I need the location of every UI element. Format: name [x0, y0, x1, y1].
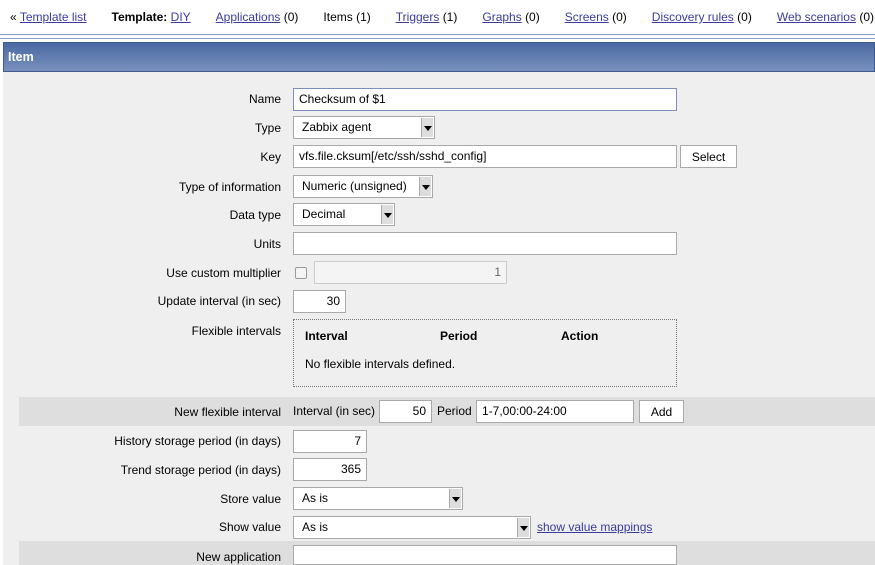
- section-header: Item: [3, 42, 875, 72]
- nav-item-applications[interactable]: Applications (0): [216, 10, 299, 24]
- nav-link[interactable]: Triggers: [396, 10, 440, 24]
- period-label: Period: [437, 404, 472, 418]
- show-value-mappings-link[interactable]: show value mappings: [537, 520, 652, 534]
- template-name-link[interactable]: DIY: [171, 10, 191, 24]
- nav-item-graphs[interactable]: Graphs (0): [482, 10, 539, 24]
- new-flexible-interval-label: New flexible interval: [174, 405, 281, 419]
- update-interval-input[interactable]: 30: [293, 290, 346, 313]
- multiplier-input[interactable]: 1: [314, 261, 507, 284]
- trends-input[interactable]: 365: [293, 458, 367, 481]
- chevron-down-icon: [381, 205, 393, 224]
- col-period: Period: [440, 329, 478, 343]
- type-select[interactable]: Zabbix agent: [293, 116, 435, 139]
- breadcrumb-nav: « Template list Template: DIY Applicatio…: [10, 10, 874, 24]
- data-type-label: Data type: [229, 208, 281, 222]
- units-label: Units: [253, 237, 281, 251]
- update-interval-label: Update interval (in sec): [157, 294, 281, 308]
- chevron-down-icon: [421, 118, 433, 137]
- select-button[interactable]: Select: [680, 145, 737, 168]
- type-of-information-select[interactable]: Numeric (unsigned): [293, 175, 433, 198]
- history-label: History storage period (in days): [114, 434, 281, 448]
- show-value-select[interactable]: As is: [293, 516, 531, 539]
- type-value: Zabbix agent: [302, 120, 372, 134]
- history-input[interactable]: 7: [293, 430, 367, 453]
- show-value-value: As is: [302, 520, 329, 534]
- nav-link[interactable]: Applications: [216, 10, 281, 24]
- nav-link[interactable]: Web scenarios: [777, 10, 856, 24]
- nav-link[interactable]: Discovery rules: [652, 10, 734, 24]
- nav-count: (1): [356, 10, 371, 24]
- trends-label: Trend storage period (in days): [120, 463, 281, 477]
- nav-item-web-scenarios[interactable]: Web scenarios (0): [777, 10, 874, 24]
- nav-count: (0): [737, 10, 752, 24]
- nav-count: (0): [859, 10, 874, 24]
- nav-item-triggers[interactable]: Triggers (1): [396, 10, 458, 24]
- store-value-select[interactable]: As is: [293, 487, 463, 510]
- nav-link[interactable]: Screens: [565, 10, 609, 24]
- new-application-input[interactable]: [293, 545, 677, 565]
- add-button[interactable]: Add: [639, 400, 684, 423]
- back-arrow: «: [10, 10, 17, 24]
- flexible-intervals-label: Flexible intervals: [191, 324, 281, 338]
- interval-label: Interval (in sec): [293, 404, 376, 418]
- chevron-down-icon: [517, 518, 529, 537]
- nav-count: (0): [525, 10, 540, 24]
- nav-count: (0): [283, 10, 299, 24]
- nav-item-screens[interactable]: Screens (0): [565, 10, 627, 24]
- type-of-information-label: Type of information: [178, 180, 281, 194]
- key-input[interactable]: vfs.file.cksum[/etc/ssh/sshd_config]: [293, 145, 677, 168]
- data-type-value: Decimal: [302, 207, 346, 221]
- nav-item-items: Items (1): [323, 10, 370, 24]
- custom-multiplier-checkbox[interactable]: [295, 267, 307, 279]
- nav-count: (1): [442, 10, 458, 24]
- col-action: Action: [561, 329, 599, 343]
- chevron-down-icon: [419, 177, 431, 196]
- name-input[interactable]: Checksum of $1: [293, 88, 677, 111]
- units-input[interactable]: [293, 232, 677, 255]
- type-label: Type: [254, 121, 281, 135]
- new-application-label: New application: [196, 550, 281, 564]
- separator: [0, 34, 875, 39]
- nav-link[interactable]: Graphs: [482, 10, 521, 24]
- template-list-link[interactable]: Template list: [20, 10, 87, 24]
- nav-link: Items: [323, 10, 353, 24]
- store-value-label: Store value: [220, 492, 281, 506]
- chevron-down-icon: [449, 489, 461, 508]
- type-of-information-value: Numeric (unsigned): [302, 179, 407, 193]
- data-type-select[interactable]: Decimal: [293, 203, 395, 226]
- flex-period-input[interactable]: 1-7,00:00-24:00: [476, 400, 634, 423]
- nav-item-discovery-rules[interactable]: Discovery rules (0): [652, 10, 752, 24]
- name-label: Name: [248, 92, 281, 106]
- template-label: Template:: [111, 10, 168, 24]
- store-value-value: As is: [302, 491, 329, 505]
- flexible-intervals-table: Interval Period Action No flexible inter…: [293, 319, 677, 387]
- key-label: Key: [260, 150, 281, 164]
- empty-message: No flexible intervals defined.: [305, 357, 456, 371]
- nav-count: (0): [612, 10, 627, 24]
- flex-interval-input[interactable]: 50: [379, 400, 432, 423]
- show-value-label: Show value: [218, 520, 281, 534]
- custom-multiplier-label: Use custom multiplier: [166, 266, 281, 280]
- col-interval: Interval: [305, 329, 348, 343]
